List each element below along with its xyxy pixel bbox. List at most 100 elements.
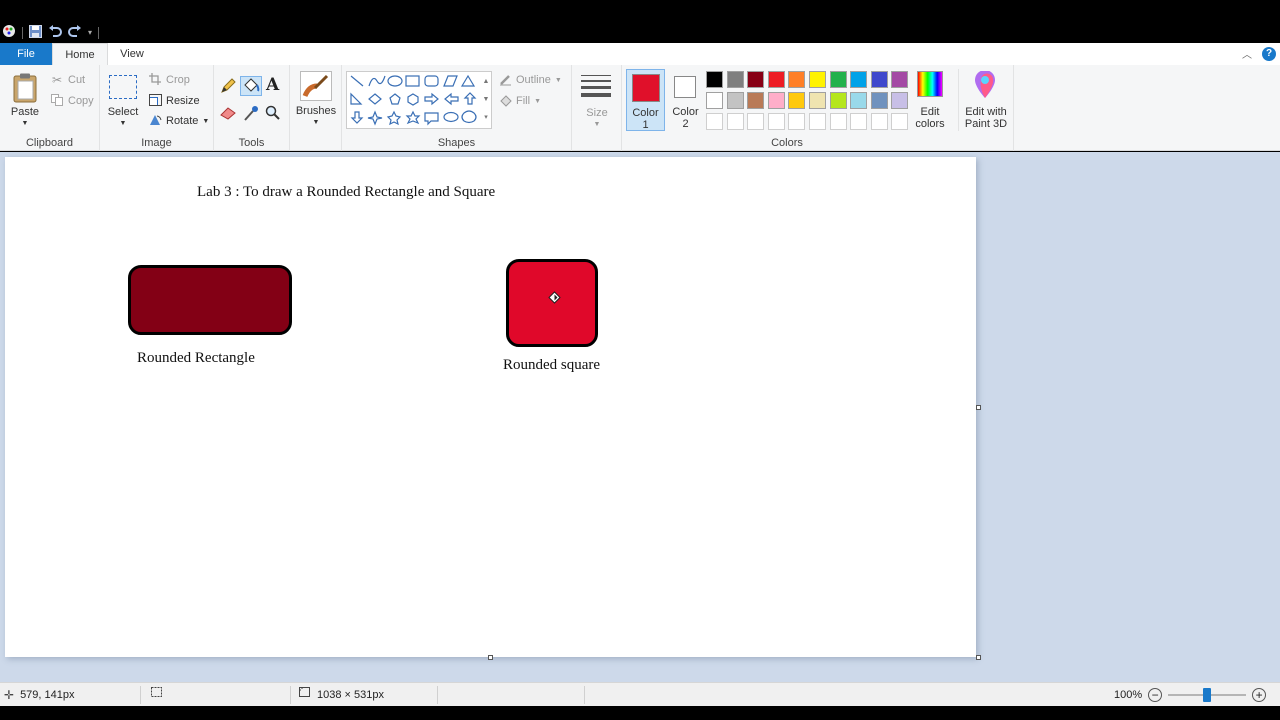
redo-icon[interactable] xyxy=(68,24,82,42)
image-size-icon xyxy=(298,683,311,707)
tab-view[interactable]: View xyxy=(108,43,156,65)
crop-button[interactable]: Crop xyxy=(148,73,190,87)
color2-button[interactable]: Color 2 xyxy=(666,69,705,131)
size-button[interactable]: Size ▼ xyxy=(576,71,618,131)
resize-handle-corner[interactable] xyxy=(976,655,981,660)
palette-swatch[interactable] xyxy=(891,71,909,88)
zoom-in-icon[interactable]: + xyxy=(1252,688,1267,702)
canvas-workspace[interactable]: Lab 3 : To draw a Rounded Rectangle and … xyxy=(0,152,1280,682)
text-tool-icon[interactable]: A xyxy=(266,75,279,95)
palette-swatch[interactable] xyxy=(706,92,723,109)
select-dropdown-icon: ▼ xyxy=(119,120,127,127)
save-icon[interactable] xyxy=(29,24,42,42)
custom-color-slot[interactable] xyxy=(829,113,847,130)
shapes-scroll[interactable]: ▲ ▼ ▾ xyxy=(482,73,490,127)
resize-label: Resize xyxy=(166,95,200,107)
image-group-label: Image xyxy=(141,137,172,149)
custom-color-slot[interactable] xyxy=(891,113,909,130)
pencil-icon[interactable] xyxy=(220,78,236,97)
edit-colors-button[interactable]: Edit colors xyxy=(910,69,950,131)
canvas-title-text: Lab 3 : To draw a Rounded Rectangle and … xyxy=(197,184,496,200)
palette-swatch[interactable] xyxy=(767,71,785,88)
cut-button[interactable]: ✂ Cut xyxy=(50,73,85,87)
custom-color-slot[interactable] xyxy=(747,113,765,130)
resize-handle-bottom[interactable] xyxy=(488,655,493,660)
selection-size xyxy=(150,683,163,707)
fill-button[interactable]: Fill ▼ xyxy=(498,94,541,108)
paint3d-icon xyxy=(973,70,997,102)
fill-label: Fill xyxy=(516,95,531,107)
eraser-icon[interactable] xyxy=(220,106,236,123)
image-group: Select ▼ Crop Resize Rotate ▼ Image xyxy=(100,65,214,151)
palette-swatch[interactable] xyxy=(809,92,826,109)
palette-swatch[interactable] xyxy=(747,92,765,109)
palette-swatch[interactable] xyxy=(706,71,723,88)
custom-color-slot[interactable] xyxy=(788,113,806,130)
palette-swatch[interactable] xyxy=(850,71,868,88)
resize-button[interactable]: Resize xyxy=(148,94,200,108)
palette-swatch[interactable] xyxy=(726,71,744,88)
qat-separator xyxy=(22,27,23,39)
palette-swatch[interactable] xyxy=(726,92,744,109)
tab-home[interactable]: Home xyxy=(52,43,108,65)
brushes-group: Brushes ▼ xyxy=(290,65,342,151)
tab-file[interactable]: File xyxy=(0,43,52,65)
palette-swatch[interactable] xyxy=(788,71,806,88)
palette-swatch[interactable] xyxy=(829,71,847,88)
palette-swatch[interactable] xyxy=(747,71,765,88)
shapes-gallery[interactable] xyxy=(346,71,492,129)
magnifier-icon[interactable] xyxy=(265,105,280,123)
palette-swatch[interactable] xyxy=(891,92,909,109)
paste-button[interactable]: Paste ▼ xyxy=(6,71,44,131)
custom-color-slot[interactable] xyxy=(706,113,723,130)
fill-bucket-icon[interactable] xyxy=(240,76,262,96)
resize-handle-right[interactable] xyxy=(976,405,981,410)
status-separator xyxy=(290,686,291,704)
drawing-canvas[interactable]: Lab 3 : To draw a Rounded Rectangle and … xyxy=(5,157,976,657)
brushes-button[interactable]: Brushes ▼ xyxy=(294,71,338,131)
outline-dropdown-icon: ▼ xyxy=(554,76,562,84)
zoom-out-icon[interactable]: − xyxy=(1148,688,1163,702)
customize-qat-icon[interactable]: ▾ xyxy=(88,25,92,41)
cursor-position: ✛ 579, 141px xyxy=(4,683,75,707)
palette-swatch[interactable] xyxy=(829,92,847,109)
rotate-dropdown-icon: ▼ xyxy=(202,117,210,125)
help-icon[interactable]: ? xyxy=(1262,46,1276,61)
zoom-slider-thumb[interactable] xyxy=(1203,688,1212,702)
palette-swatch[interactable] xyxy=(870,71,888,88)
palette-swatch[interactable] xyxy=(809,71,826,88)
minimize-ribbon-icon[interactable]: ︿ xyxy=(1242,46,1252,61)
status-bar: ✛ 579, 141px 1038 × 531px 100% − + xyxy=(0,682,1280,706)
status-separator xyxy=(437,686,438,704)
color2-number: 2 xyxy=(682,118,689,130)
palette-swatch[interactable] xyxy=(767,92,785,109)
ribbon-tabs: File Home View ︿ ? xyxy=(0,43,1280,65)
color1-button[interactable]: Color 1 xyxy=(626,69,665,131)
rounded-rectangle-shape xyxy=(128,265,292,335)
select-button[interactable]: Select ▼ xyxy=(106,73,140,133)
paint-app-icon[interactable] xyxy=(2,24,16,42)
zoom-level: 100% xyxy=(1114,689,1143,701)
palette-swatch[interactable] xyxy=(788,92,806,109)
custom-color-slot[interactable] xyxy=(809,113,826,130)
palette-swatch[interactable] xyxy=(850,92,868,109)
color-picker-icon[interactable] xyxy=(244,105,258,124)
color-palette xyxy=(706,71,912,133)
rotate-button[interactable]: Rotate ▼ xyxy=(148,114,209,128)
custom-color-slot[interactable] xyxy=(726,113,744,130)
custom-color-slot[interactable] xyxy=(850,113,868,130)
outline-button[interactable]: Outline ▼ xyxy=(498,73,562,87)
copy-button[interactable]: Copy xyxy=(50,94,94,108)
zoom-slider[interactable] xyxy=(1168,688,1247,702)
edit-paint3d-button[interactable]: Edit with Paint 3D xyxy=(958,69,1010,131)
tools-group: A Tools xyxy=(214,65,290,151)
line-width-icon xyxy=(581,75,611,97)
custom-color-slot[interactable] xyxy=(767,113,785,130)
outline-label: Outline xyxy=(516,74,551,86)
custom-color-slot[interactable] xyxy=(870,113,888,130)
status-separator xyxy=(140,686,141,704)
undo-icon[interactable] xyxy=(48,24,62,42)
size-dropdown-icon: ▼ xyxy=(593,121,601,128)
select-rectangle-icon xyxy=(109,75,137,99)
palette-swatch[interactable] xyxy=(870,92,888,109)
